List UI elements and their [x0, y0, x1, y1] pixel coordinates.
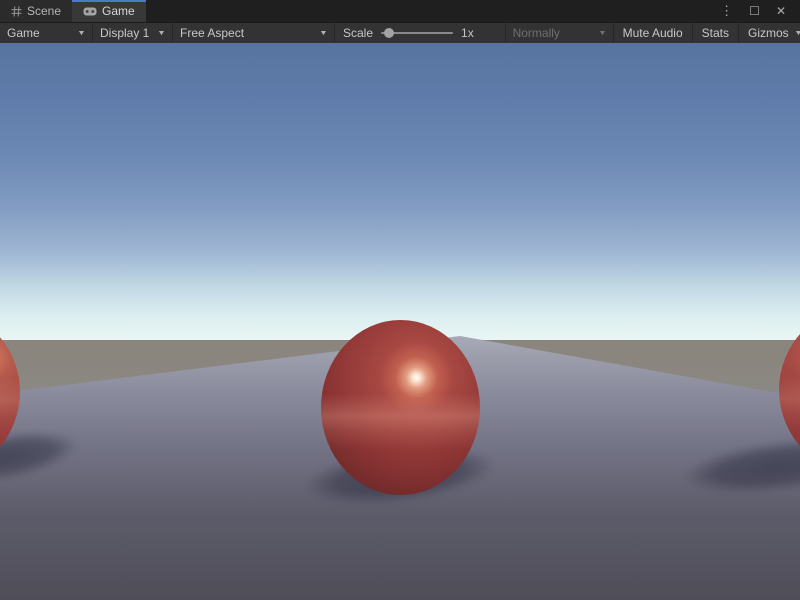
gizmos-dropdown-label: Gizmos [748, 26, 789, 40]
chevron-down-icon: ▼ [157, 30, 166, 37]
mute-audio-label: Mute Audio [623, 26, 683, 40]
maximize-icon[interactable]: ☐ [741, 0, 768, 22]
gizmos-dropdown[interactable]: Gizmos ▼ [739, 23, 800, 43]
scale-value: 1x [461, 26, 474, 40]
scale-slider-knob[interactable] [384, 28, 394, 38]
chevron-down-icon: ▼ [77, 30, 86, 37]
display-dropdown[interactable]: Display 1 ▼ [93, 23, 173, 43]
aspect-ratio-dropdown-label: Free Aspect [180, 26, 244, 40]
play-mode-dropdown: Normally ▼ [505, 23, 614, 43]
chevron-down-icon: ▼ [319, 30, 328, 37]
gamepad-icon [83, 7, 97, 16]
game-view-toolbar: Game ▼ Display 1 ▼ Free Aspect ▼ Scale 1… [0, 22, 800, 43]
mute-audio-button[interactable]: Mute Audio [614, 23, 693, 43]
play-mode-dropdown-label: Normally [513, 26, 560, 40]
sky-gradient [0, 43, 800, 342]
panel-menu-icon[interactable]: ⋮ [712, 0, 741, 22]
grid-icon [11, 6, 22, 17]
scale-slider[interactable] [381, 28, 453, 38]
game-mode-dropdown[interactable]: Game ▼ [0, 23, 93, 43]
close-icon[interactable]: ✕ [768, 0, 794, 22]
tab-game-label: Game [102, 4, 135, 18]
red-sphere-center [321, 320, 480, 495]
stats-label: Stats [702, 26, 729, 40]
tab-bar: Scene Game ⋮ ☐ ✕ [0, 0, 800, 22]
tab-game[interactable]: Game [72, 0, 146, 22]
chevron-down-icon: ▼ [598, 30, 607, 37]
scale-control: Scale 1x [335, 23, 505, 43]
window-controls: ⋮ ☐ ✕ [712, 0, 800, 22]
game-mode-dropdown-label: Game [7, 26, 40, 40]
game-render-viewport[interactable] [0, 43, 800, 600]
scale-label: Scale [343, 26, 373, 40]
aspect-ratio-dropdown[interactable]: Free Aspect ▼ [173, 23, 335, 43]
chevron-down-icon: ▼ [794, 30, 800, 37]
tab-scene[interactable]: Scene [0, 0, 72, 22]
tab-scene-label: Scene [27, 4, 61, 18]
display-dropdown-label: Display 1 [100, 26, 149, 40]
unity-game-view-panel: Scene Game ⋮ ☐ ✕ Game ▼ Display 1 ▼ [0, 0, 800, 600]
stats-button[interactable]: Stats [693, 23, 739, 43]
